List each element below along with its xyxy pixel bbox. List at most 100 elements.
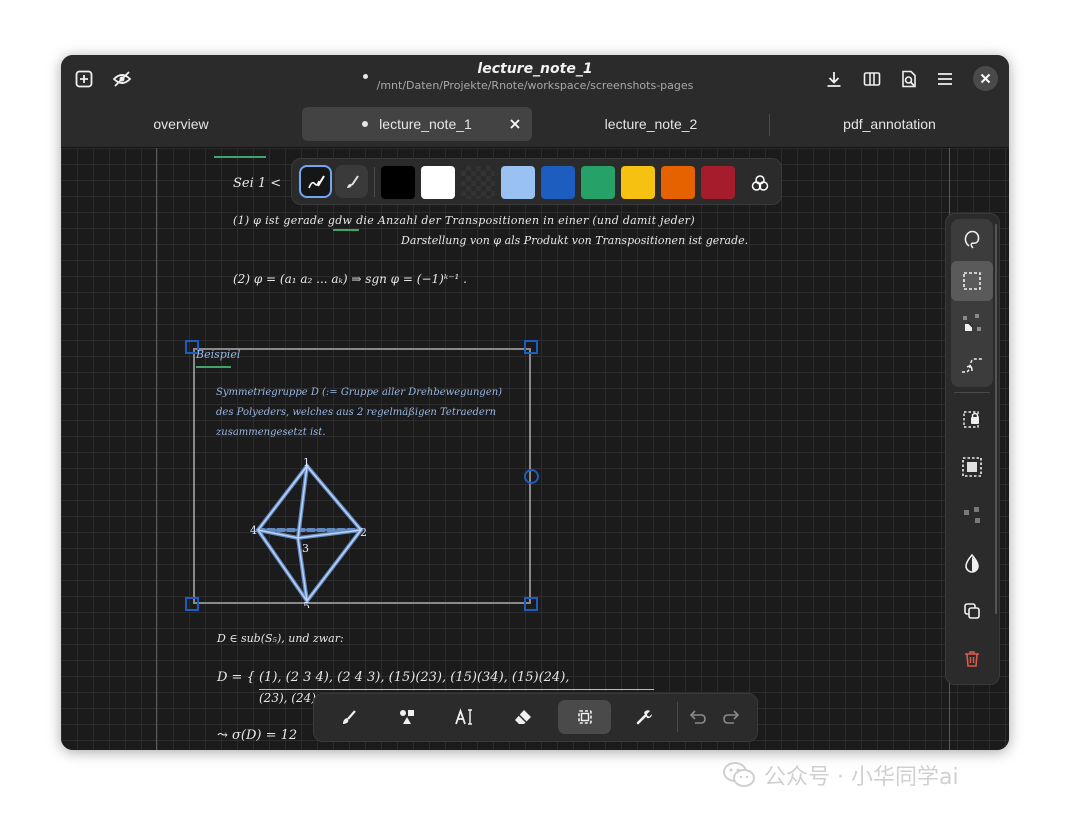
color-swatch-blue[interactable]	[541, 166, 575, 199]
undo-button[interactable]	[686, 706, 710, 728]
pen-style-button[interactable]	[299, 165, 332, 198]
vertex-label-2: 2	[360, 526, 367, 539]
lasso-icon	[964, 230, 980, 249]
color-swatch-black[interactable]	[381, 166, 415, 199]
delete-selection-button[interactable]	[951, 639, 993, 679]
redo-icon	[723, 710, 740, 724]
tools-icon	[636, 710, 652, 725]
color-swatch-green[interactable]	[581, 166, 615, 199]
heading-underline	[214, 150, 266, 158]
color-swatch-orange[interactable]	[661, 166, 695, 199]
selection-handle-bottom-right[interactable]	[524, 597, 538, 611]
pen-palette	[291, 158, 782, 205]
redo-button[interactable]	[719, 706, 743, 728]
lasso-select-button[interactable]	[951, 219, 993, 259]
color-swatch-white[interactable]	[421, 166, 455, 199]
intersect-path-select-button[interactable]	[951, 345, 993, 385]
main-menu-button[interactable]	[930, 64, 960, 94]
tool-bar	[313, 693, 758, 742]
handwritten-item-2: (2) φ = (a₁ a₂ ... aₖ) ⇒ sgn φ = (−1)ᵏ⁻¹…	[233, 272, 467, 286]
document-canvas[interactable]: Sei 1 < (1) φ ist gerade gdw die Anzahl …	[61, 148, 1009, 750]
toolbar-separator	[677, 702, 678, 732]
vertex-label-1: 1	[303, 458, 310, 469]
tools-button[interactable]	[617, 700, 670, 734]
color-picker-icon	[751, 174, 768, 191]
tab-close-button[interactable]	[507, 116, 523, 132]
pen-tool-button[interactable]	[322, 700, 375, 734]
app-window: lecture_note_1 /mnt/Daten/Projekte/Rnote…	[61, 55, 1009, 750]
lock-selection-button[interactable]	[951, 399, 993, 439]
example-text-1: Symmetriegruppe D (:= Gruppe aller Drehb…	[216, 387, 503, 398]
tab-modified-dot	[362, 121, 369, 127]
color-picker-button[interactable]	[743, 166, 776, 199]
tab-label: lecture_note_1	[379, 116, 472, 132]
selector-tool-button[interactable]	[558, 700, 611, 734]
single-select-button[interactable]	[951, 303, 993, 343]
close-window-button[interactable]	[973, 66, 998, 91]
download-icon	[827, 72, 841, 87]
deselect-all-button[interactable]	[951, 495, 993, 535]
selection-handle-top-right[interactable]	[524, 340, 538, 354]
tab-bar: overview lecture_note_1 lecture_note_2 p…	[61, 102, 1009, 148]
handwritten-d-line-4: ⤳ σ(D) = 12	[217, 728, 298, 743]
eraser-tool-button[interactable]	[496, 700, 549, 734]
single-select-icon	[963, 314, 981, 331]
invert-color-icon	[965, 553, 979, 573]
tab-lecture-note-2[interactable]: lecture_note_2	[533, 107, 769, 141]
layout-button[interactable]	[857, 64, 887, 94]
color-swatch-transparent[interactable]	[461, 166, 495, 199]
text-icon	[454, 708, 472, 725]
invert-color-button[interactable]	[951, 543, 993, 583]
save-button[interactable]	[819, 64, 849, 94]
duplicate-icon	[964, 603, 980, 619]
tab-label: lecture_note_2	[604, 116, 698, 132]
example-label: Beispiel	[196, 348, 241, 361]
trash-icon	[965, 651, 979, 667]
rotate-handle[interactable]	[524, 469, 539, 484]
color-swatch-red[interactable]	[701, 166, 735, 199]
text-tool-button[interactable]	[438, 700, 491, 734]
brush-style-button[interactable]	[335, 165, 368, 198]
undo-icon	[689, 710, 706, 724]
palette-separator	[374, 167, 375, 197]
gdw-underline	[333, 229, 359, 231]
handwritten-d-line-1: D ∈ sub(S₅), und zwar:	[217, 632, 344, 645]
pen-style-icon	[307, 174, 325, 188]
handwritten-d-line-2: D = { (1), (2 3 4), (2 4 3), (15)(23), (…	[217, 670, 570, 685]
polyhedron-sketch: 1 2 3 4 5	[250, 458, 367, 608]
deselect-icon	[964, 507, 980, 523]
wechat-icon	[723, 762, 755, 787]
tab-label: pdf_annotation	[843, 116, 936, 132]
intersect-path-icon	[962, 358, 982, 373]
color-swatch-light-blue[interactable]	[501, 166, 535, 199]
handwritten-line-top: Sei 1 <	[233, 176, 282, 191]
tab-lecture-note-1[interactable]: lecture_note_1	[302, 107, 532, 141]
select-all-button[interactable]	[951, 447, 993, 487]
export-button[interactable]	[894, 64, 924, 94]
shapes-tool-button[interactable]	[380, 700, 433, 734]
vertex-label-4: 4	[250, 524, 257, 537]
d-set-underline	[259, 689, 654, 690]
watermark: 公众号 · 小华同学ai	[722, 758, 1052, 792]
export-icon	[902, 70, 916, 88]
shapes-icon	[399, 710, 414, 724]
duplicate-selection-button[interactable]	[951, 591, 993, 631]
selection-handle-bottom-left[interactable]	[185, 597, 199, 611]
page-border-left	[156, 148, 157, 750]
pen-icon	[342, 710, 356, 724]
menu-icon	[938, 73, 952, 85]
headerbar: lecture_note_1 /mnt/Daten/Projekte/Rnote…	[61, 55, 1009, 102]
color-swatch-yellow[interactable]	[621, 166, 655, 199]
tab-overview[interactable]: overview	[61, 107, 301, 141]
example-text-2: des Polyeders, welches aus 2 regelmäßige…	[216, 407, 497, 418]
close-icon	[510, 119, 520, 129]
handwritten-item-1: (1) φ ist gerade gdw die Anzahl der Tran…	[233, 214, 695, 227]
tab-pdf-annotation[interactable]: pdf_annotation	[770, 107, 1009, 141]
rectangle-select-icon	[963, 272, 981, 290]
brush-style-icon	[346, 174, 359, 188]
sidebar-scrollbar[interactable]	[995, 224, 997, 614]
rectangle-select-button[interactable]	[951, 261, 993, 301]
lock-icon	[963, 411, 979, 428]
tab-label: overview	[153, 116, 209, 132]
selector-icon	[577, 710, 592, 724]
